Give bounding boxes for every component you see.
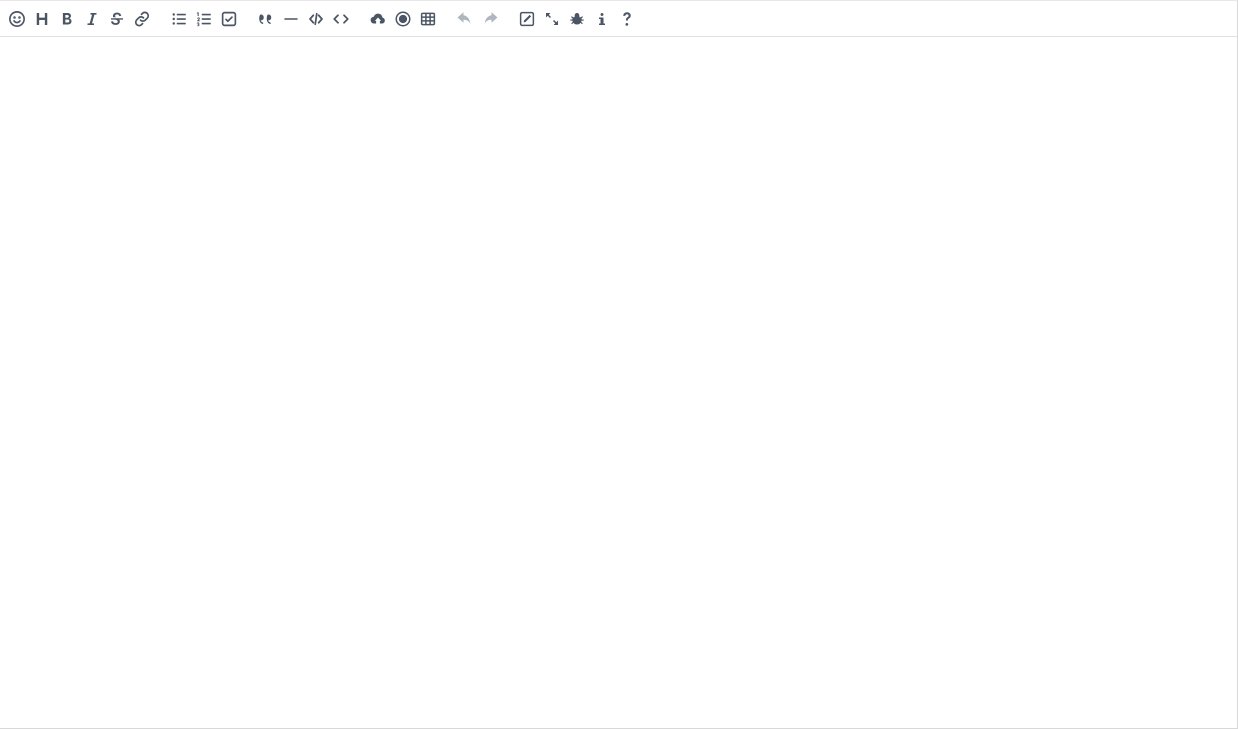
horizontal-rule-button[interactable]	[278, 7, 303, 31]
quote-icon	[257, 10, 275, 28]
bug-icon	[568, 10, 586, 28]
bold-icon	[58, 10, 76, 28]
heading-button[interactable]	[29, 7, 54, 31]
task-list-icon	[220, 10, 238, 28]
cloud-upload-icon	[369, 10, 387, 28]
code-block-button[interactable]	[328, 7, 353, 31]
numbered-list-button[interactable]	[191, 7, 216, 31]
record-icon	[394, 10, 412, 28]
italic-button[interactable]	[79, 7, 104, 31]
undo-button	[452, 7, 477, 31]
bug-button[interactable]	[564, 7, 589, 31]
quote-button[interactable]	[253, 7, 278, 31]
info-button[interactable]	[589, 7, 614, 31]
horizontal-rule-icon	[282, 10, 300, 28]
redo-icon	[481, 10, 499, 28]
upload-image-button[interactable]	[365, 7, 390, 31]
table-icon	[419, 10, 437, 28]
strikethrough-icon	[108, 10, 126, 28]
record-button[interactable]	[390, 7, 415, 31]
bullet-list-icon	[170, 10, 188, 28]
redo-button	[477, 7, 502, 31]
link-button[interactable]	[129, 7, 154, 31]
edit-mode-button[interactable]	[514, 7, 539, 31]
undo-icon	[456, 10, 474, 28]
markdown-editor	[0, 0, 1238, 729]
heading-icon	[33, 10, 51, 28]
emoji-button[interactable]	[4, 7, 29, 31]
info-icon	[593, 10, 611, 28]
strikethrough-button[interactable]	[104, 7, 129, 31]
emoji-icon	[8, 10, 26, 28]
table-button[interactable]	[415, 7, 440, 31]
numbered-list-icon	[195, 10, 213, 28]
help-button[interactable]	[614, 7, 639, 31]
help-icon	[618, 10, 636, 28]
fullscreen-button[interactable]	[539, 7, 564, 31]
inline-code-icon	[307, 10, 325, 28]
edit-icon	[518, 10, 536, 28]
italic-icon	[83, 10, 101, 28]
code-block-icon	[332, 10, 350, 28]
inline-code-button[interactable]	[303, 7, 328, 31]
editor-content-area[interactable]	[0, 37, 1237, 728]
fullscreen-icon	[543, 10, 561, 28]
editor-toolbar	[0, 1, 1237, 37]
link-icon	[133, 10, 151, 28]
bullet-list-button[interactable]	[166, 7, 191, 31]
task-list-button[interactable]	[216, 7, 241, 31]
bold-button[interactable]	[54, 7, 79, 31]
